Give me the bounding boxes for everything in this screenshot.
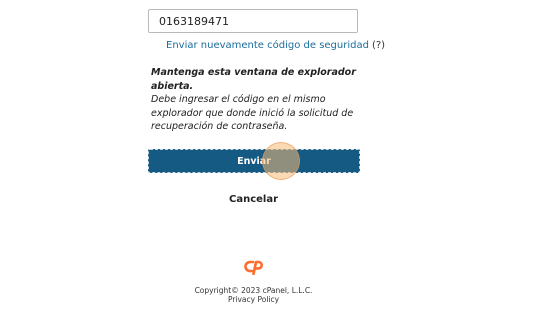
- resend-row: Enviar nuevamente código de seguridad (?): [166, 40, 385, 51]
- security-code-input[interactable]: [148, 9, 358, 33]
- resend-code-link[interactable]: Enviar nuevamente código de seguridad: [166, 40, 369, 51]
- privacy-policy-link[interactable]: Privacy Policy: [0, 295, 507, 304]
- browser-notice: Mantenga esta ventana de explorador abie…: [151, 66, 371, 134]
- cpanel-logo-icon: [243, 259, 264, 276]
- send-button[interactable]: Enviar: [148, 149, 360, 173]
- notice-title: Mantenga esta ventana de explorador abie…: [151, 67, 356, 92]
- cancel-link[interactable]: Cancelar: [0, 194, 507, 205]
- notice-body: Debe ingresar el código en el mismo expl…: [151, 94, 354, 132]
- copyright-text: Copyright© 2023 cPanel, L.L.C.: [194, 286, 313, 295]
- footer: Copyright© 2023 cPanel, L.L.C. Privacy P…: [0, 259, 507, 304]
- help-link[interactable]: (?): [372, 40, 385, 51]
